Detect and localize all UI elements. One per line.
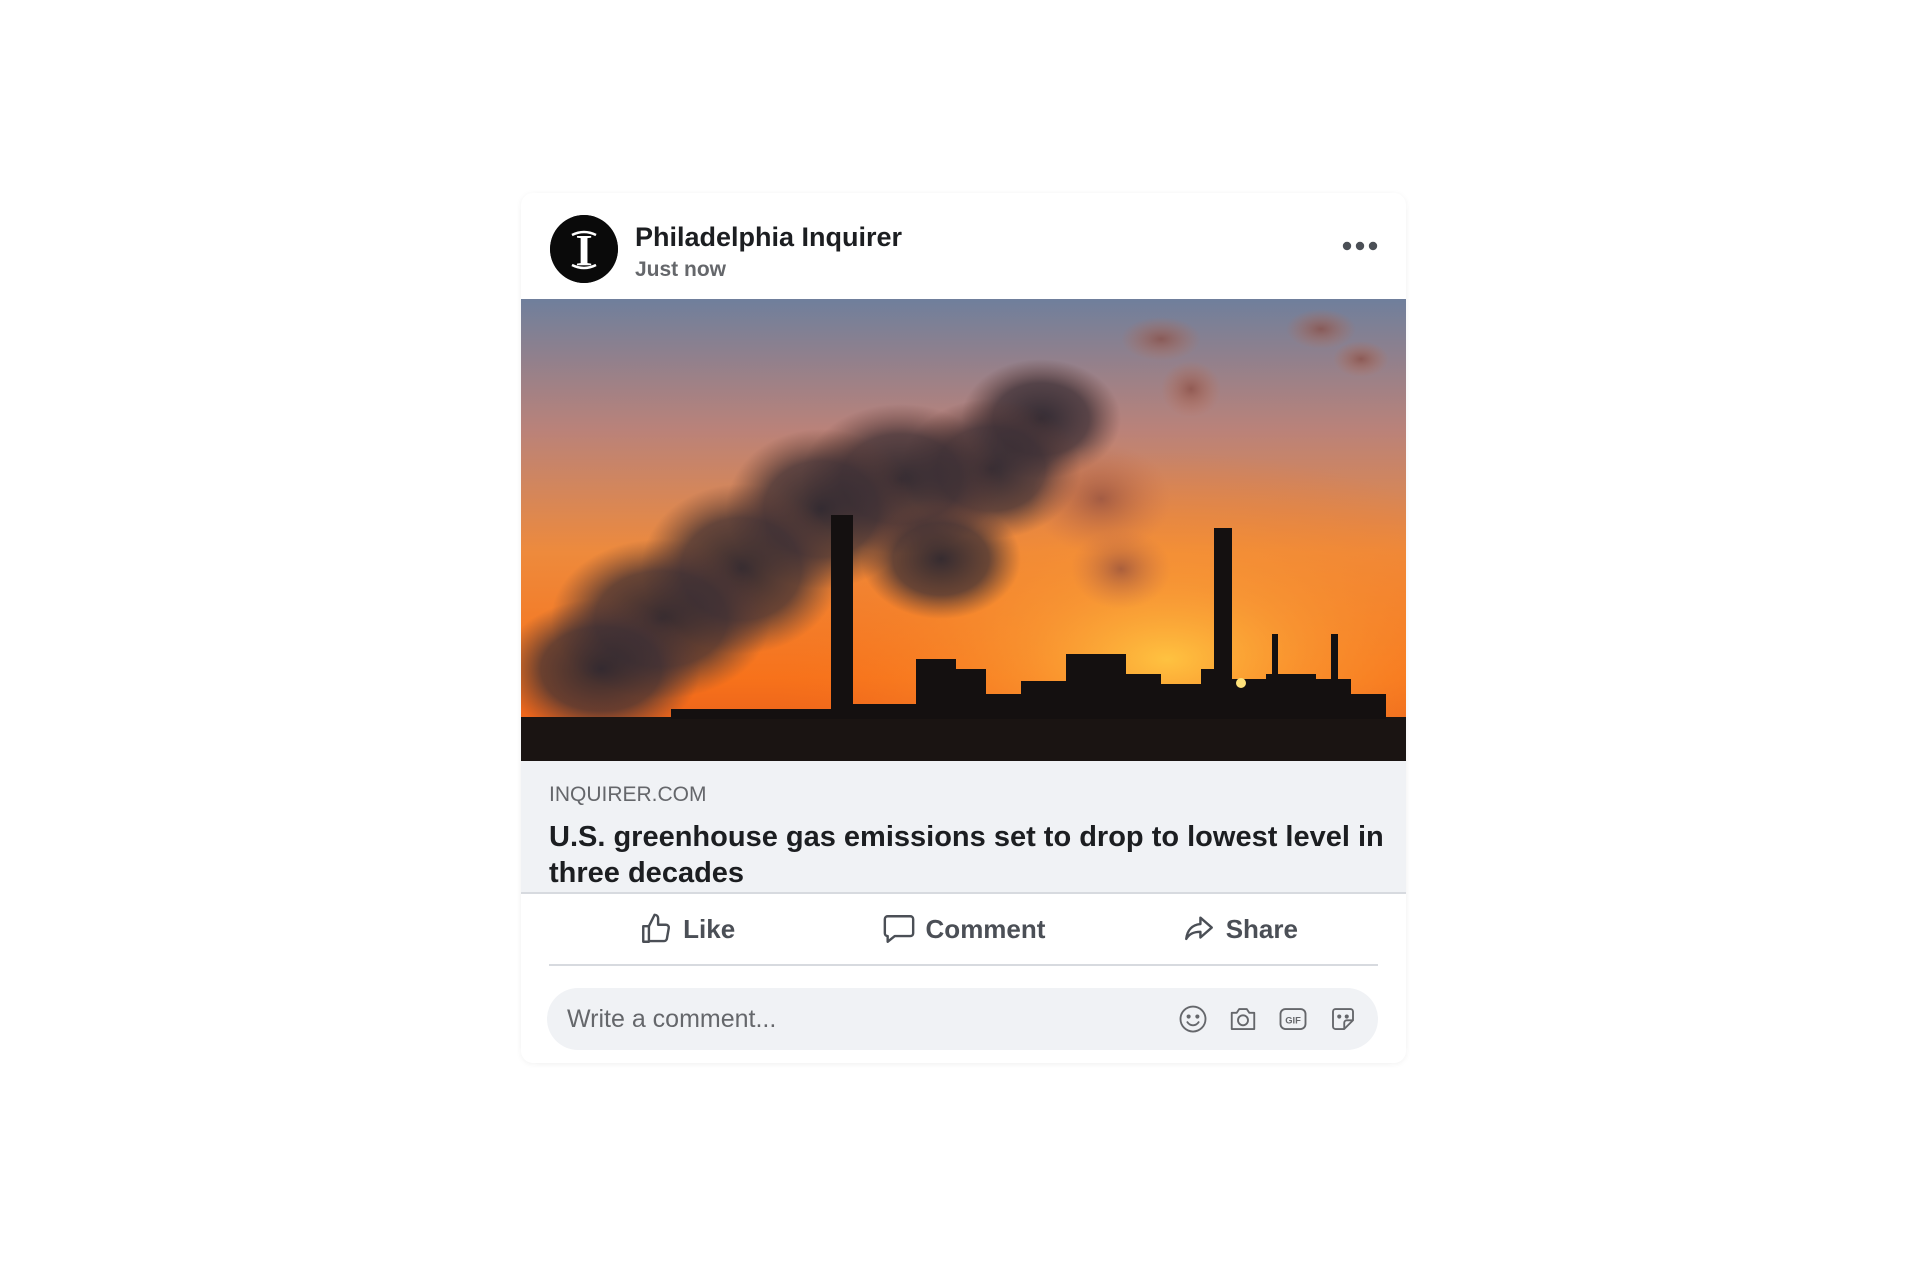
post-header: I Philadelphia Inquirer Just now <box>521 193 1406 299</box>
svg-text:GIF: GIF <box>1285 1015 1301 1025</box>
comment-icon <box>883 915 914 943</box>
share-label: Share <box>1225 913 1298 944</box>
comment-box: GIF <box>547 988 1378 1050</box>
emoji-icon[interactable] <box>1176 1002 1210 1036</box>
link-preview[interactable]: INQUIRER.COM U.S. greenhouse gas emissio… <box>521 761 1406 894</box>
inquirer-logo-icon: I <box>550 215 618 283</box>
action-bar: Like Comment Share <box>549 894 1378 966</box>
like-label: Like <box>683 913 736 944</box>
share-arrow-icon <box>1184 916 1213 941</box>
more-horizontal-icon <box>1342 241 1378 251</box>
gif-icon[interactable]: GIF <box>1276 1002 1310 1036</box>
comment-label: Comment <box>925 913 1046 944</box>
thumbs-up-icon <box>642 913 671 943</box>
link-title[interactable]: U.S. greenhouse gas emissions set to dro… <box>549 819 1384 891</box>
post-card: I Philadelphia Inquirer Just now INQUIRE… <box>521 193 1406 1063</box>
like-button[interactable]: Like <box>549 894 825 964</box>
post-image[interactable] <box>521 299 1406 761</box>
sticker-icon[interactable] <box>1326 1002 1360 1036</box>
link-domain: INQUIRER.COM <box>549 783 707 806</box>
more-options-button[interactable] <box>1334 229 1386 263</box>
author-name[interactable]: Philadelphia Inquirer <box>635 222 902 253</box>
comment-icons: GIF <box>1176 1002 1360 1036</box>
avatar[interactable]: I <box>550 215 618 283</box>
camera-icon[interactable] <box>1226 1002 1260 1036</box>
share-button[interactable]: Share <box>1102 894 1378 964</box>
comment-input[interactable] <box>547 988 1167 1050</box>
comment-button[interactable]: Comment <box>825 894 1101 964</box>
post-timestamp[interactable]: Just now <box>635 258 726 282</box>
